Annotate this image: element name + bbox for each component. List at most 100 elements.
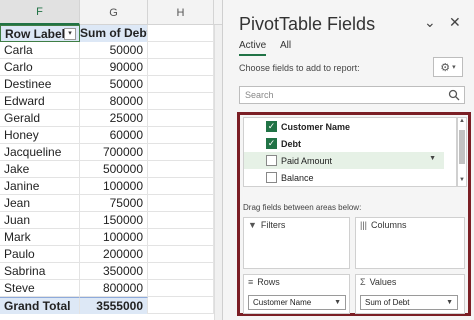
debt-cell[interactable]: 700000 (80, 144, 148, 161)
rows-field-label: Customer Name (253, 298, 312, 307)
empty-cell[interactable] (148, 144, 214, 161)
empty-cell[interactable] (148, 212, 214, 229)
table-row: Juan 150000 (0, 212, 222, 229)
checkbox-debt[interactable]: ✓ (266, 138, 277, 149)
field-list: ✓ Customer Name ✓ Debt Paid Amount ▼ Bal… (243, 117, 457, 187)
sheet-scroll-edge (214, 25, 222, 320)
customer-name-cell[interactable]: Jacqueline (0, 144, 80, 161)
debt-cell[interactable]: 150000 (80, 212, 148, 229)
row-labels-filter-dropdown-icon[interactable]: ▾ (64, 28, 76, 40)
empty-cell[interactable] (148, 42, 214, 59)
table-row: Sabrina 350000 (0, 263, 222, 280)
filters-area[interactable]: ▼ Filters (243, 217, 350, 269)
customer-name-cell[interactable]: Jean (0, 195, 80, 212)
columns-label: Columns (371, 220, 407, 230)
customer-name-cell[interactable]: Sabrina (0, 263, 80, 280)
pane-title: PivotTable Fields (239, 14, 376, 34)
empty-cell[interactable] (148, 195, 214, 212)
empty-cell[interactable] (148, 161, 214, 178)
debt-cell[interactable]: 800000 (80, 280, 148, 297)
field-list-scrollbar[interactable]: ▲ ▼ (457, 117, 467, 187)
tab-active[interactable]: Active (239, 40, 267, 56)
tab-all[interactable]: All (280, 40, 291, 51)
field-debt[interactable]: ✓ Debt (244, 135, 444, 152)
customer-name-cell[interactable]: Juan (0, 212, 80, 229)
customer-name-cell[interactable]: Gerald (0, 110, 80, 127)
search-input[interactable]: Search (239, 86, 465, 104)
empty-cell[interactable] (148, 178, 214, 195)
filter-icon: ▼ (248, 220, 257, 230)
empty-cell[interactable] (148, 25, 214, 42)
field-balance[interactable]: Balance (244, 169, 444, 186)
values-field-label: Sum of Debt (365, 298, 410, 307)
grand-total-value[interactable]: 3555000 (80, 297, 148, 314)
field-customer-name[interactable]: ✓ Customer Name (244, 118, 444, 135)
row-labels-header[interactable]: Row Labels ▾ (0, 25, 80, 42)
field-label: Balance (281, 172, 314, 183)
columns-icon: ||| (360, 220, 368, 230)
scroll-thumb[interactable] (459, 130, 465, 164)
rows-area[interactable]: ≡ Rows Customer Name ▼ (243, 274, 350, 314)
field-dropdown-icon[interactable]: ▼ (429, 155, 436, 162)
rows-field-customer-name[interactable]: Customer Name ▼ (248, 295, 346, 310)
column-header-h[interactable]: H (148, 0, 214, 25)
debt-cell[interactable]: 200000 (80, 246, 148, 263)
customer-name-cell[interactable]: Mark (0, 229, 80, 246)
grand-total-row: Grand Total 3555000 (0, 297, 222, 314)
empty-cell[interactable] (148, 127, 214, 144)
chevron-down-icon[interactable]: ▼ (446, 296, 453, 309)
empty-cell[interactable] (148, 229, 214, 246)
column-header-g[interactable]: G (80, 0, 148, 25)
debt-cell[interactable]: 60000 (80, 127, 148, 144)
customer-name-cell[interactable]: Destinee (0, 76, 80, 93)
empty-cell[interactable] (148, 297, 214, 314)
debt-cell[interactable]: 75000 (80, 195, 148, 212)
values-area[interactable]: Σ Values Sum of Debt ▼ (355, 274, 465, 314)
table-row: Steve 800000 (0, 280, 222, 297)
spreadsheet: F G H Row Labels ▾ Sum of Debt Carla 5000… (0, 0, 222, 320)
customer-name-cell[interactable]: Jake (0, 161, 80, 178)
debt-cell[interactable]: 350000 (80, 263, 148, 280)
scroll-up-icon[interactable]: ▲ (458, 118, 466, 127)
checkbox-balance[interactable] (266, 172, 277, 183)
grand-total-label[interactable]: Grand Total (0, 297, 80, 314)
empty-cell[interactable] (148, 76, 214, 93)
sum-of-debt-header[interactable]: Sum of Debt (80, 25, 148, 42)
field-paid-amount[interactable]: Paid Amount ▼ (244, 152, 444, 169)
pane-options-chevron-icon[interactable]: ⌄ (424, 14, 436, 31)
debt-cell[interactable]: 90000 (80, 59, 148, 76)
columns-area[interactable]: ||| Columns (355, 217, 465, 269)
empty-cell[interactable] (148, 280, 214, 297)
column-header-f[interactable]: F (0, 0, 80, 25)
debt-cell[interactable]: 100000 (80, 178, 148, 195)
checkbox-paid-amount[interactable] (266, 155, 277, 166)
customer-name-cell[interactable]: Janine (0, 178, 80, 195)
rows-label: Rows (257, 277, 280, 287)
customer-name-cell[interactable]: Steve (0, 280, 80, 297)
customer-name-cell[interactable]: Honey (0, 127, 80, 144)
customer-name-cell[interactable]: Edward (0, 93, 80, 110)
debt-cell[interactable]: 25000 (80, 110, 148, 127)
debt-cell[interactable]: 500000 (80, 161, 148, 178)
scroll-down-icon[interactable]: ▼ (458, 177, 466, 186)
values-field-sum-of-debt[interactable]: Sum of Debt ▼ (360, 295, 458, 310)
customer-name-cell[interactable]: Paulo (0, 246, 80, 263)
debt-cell[interactable]: 80000 (80, 93, 148, 110)
chevron-down-icon: ▾ (452, 64, 456, 71)
empty-cell[interactable] (148, 263, 214, 280)
debt-cell[interactable]: 100000 (80, 229, 148, 246)
debt-cell[interactable]: 50000 (80, 76, 148, 93)
checkbox-customer-name[interactable]: ✓ (266, 121, 277, 132)
table-row: Honey 60000 (0, 127, 222, 144)
customer-name-cell[interactable]: Carlo (0, 59, 80, 76)
close-icon[interactable]: ✕ (449, 14, 461, 31)
chevron-down-icon[interactable]: ▼ (334, 296, 341, 309)
tools-button[interactable]: ⚙ ▾ (433, 57, 463, 77)
empty-cell[interactable] (148, 59, 214, 76)
empty-cell[interactable] (148, 110, 214, 127)
empty-cell[interactable] (148, 246, 214, 263)
customer-name-cell[interactable]: Carla (0, 42, 80, 59)
empty-cell[interactable] (148, 93, 214, 110)
drag-fields-label: Drag fields between areas below: (243, 203, 362, 212)
debt-cell[interactable]: 50000 (80, 42, 148, 59)
